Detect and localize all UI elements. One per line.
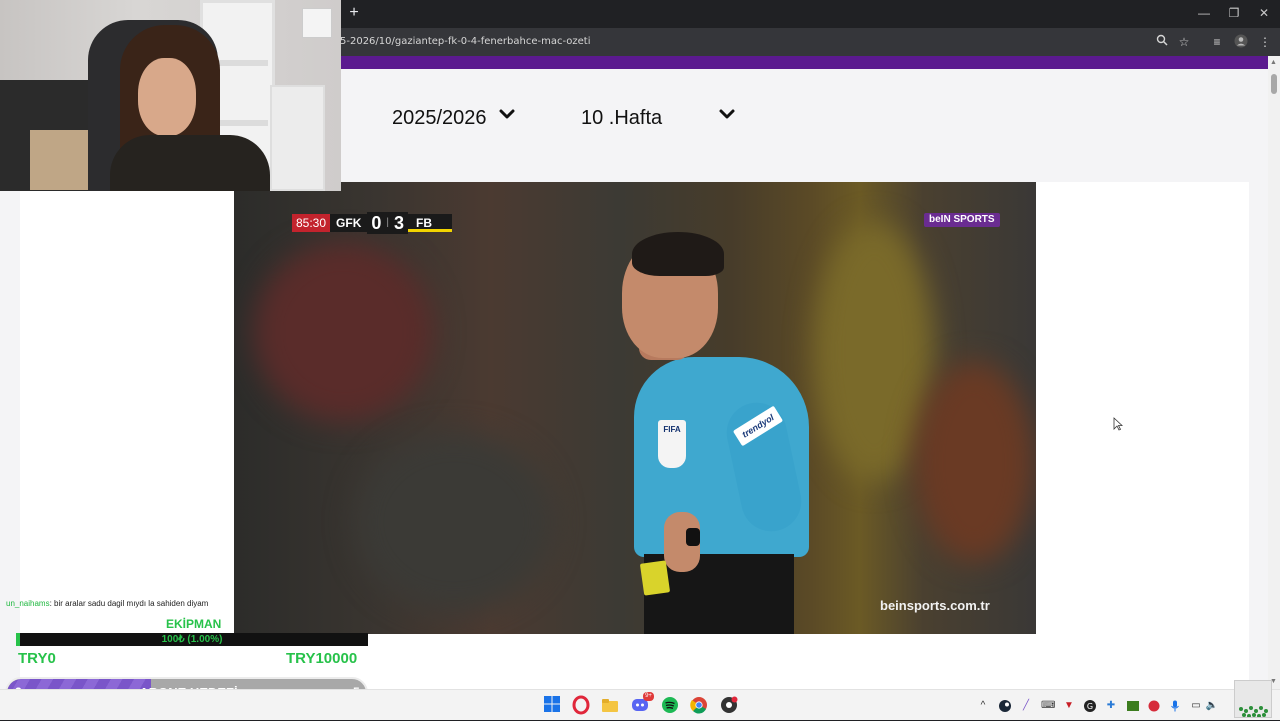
pen-icon[interactable]: ╱ (1019, 699, 1033, 713)
crowd-blur (354, 432, 554, 612)
streamer-face (138, 58, 196, 136)
record-icon[interactable] (1147, 699, 1161, 713)
referee-hair (632, 232, 724, 276)
yellow-card (639, 560, 671, 596)
match-video-player[interactable]: FIFA trendyol 85:30 GFK 0 | 3 FB beIN SP… (234, 182, 1036, 634)
volume-icon[interactable]: 🔈 (1205, 699, 1219, 713)
media-control-icon[interactable]: ≡ (1209, 34, 1225, 50)
mic-icon[interactable] (1168, 699, 1182, 713)
broadcaster-url: beinsports.com.tr (880, 598, 990, 613)
spotify-icon[interactable] (660, 695, 680, 715)
away-score: 3 (390, 212, 409, 234)
away-team: FB (408, 214, 453, 232)
vpn-icon[interactable]: ▼ (1062, 699, 1076, 713)
crowd-blur (254, 242, 434, 422)
week-dropdown[interactable]: 10 .Hafta (581, 104, 662, 132)
referee-watch (686, 528, 700, 546)
home-score: 0 (367, 212, 386, 234)
windows-start-icon[interactable] (542, 695, 562, 715)
svg-text:G: G (1087, 702, 1093, 711)
zoom-icon[interactable] (1154, 34, 1170, 50)
bookmark-star-icon[interactable]: ☆ (1176, 34, 1192, 50)
season-dropdown[interactable]: 2025/2026 (392, 104, 487, 132)
chevron-down-icon[interactable] (498, 106, 516, 124)
steam-icon[interactable] (998, 699, 1012, 713)
scoreboard: 85:30 GFK 0 | 3 FB (292, 212, 453, 234)
chat-text: : bir aralar sadu dagil mıydı la sahiden… (49, 599, 209, 608)
scrollbar[interactable]: ▲ ▼ (1268, 56, 1280, 690)
notification-preview[interactable] (1234, 680, 1272, 718)
donation-progress-text: 100₺ (1.00%) (161, 634, 223, 645)
donation-min: TRY0 (18, 650, 56, 667)
donation-max: TRY10000 (286, 650, 358, 667)
close-window-button[interactable]: ✕ (1254, 4, 1274, 22)
mouse-cursor-icon (1113, 417, 1124, 431)
fifa-badge: FIFA (658, 420, 686, 468)
opera-icon[interactable] (571, 695, 591, 715)
discord-badge: 9+ (643, 692, 654, 701)
file-explorer-icon[interactable] (600, 695, 620, 715)
home-team: GFK (330, 214, 368, 232)
restore-button[interactable]: ❐ (1224, 4, 1244, 22)
chevron-up-icon[interactable]: ^ (976, 699, 990, 713)
controller-icon[interactable]: ⌨ (1041, 699, 1055, 713)
scrollbar-thumb[interactable] (1271, 74, 1277, 94)
chat-message: un_naihams: bir aralar sadu dagil mıydı … (6, 599, 208, 608)
new-tab-button[interactable]: + (346, 4, 362, 22)
chat-username: un_naihams (6, 599, 50, 608)
obs-tray-icon[interactable]: ✚ (1104, 699, 1118, 713)
match-clock: 85:30 (292, 214, 331, 232)
crowd-blur (914, 362, 1034, 562)
chrome-icon[interactable] (689, 695, 709, 715)
webcam-drawers (270, 85, 325, 191)
streamer-torso (110, 135, 270, 191)
minimize-button[interactable]: — (1194, 4, 1214, 22)
streamer-webcam (0, 0, 341, 191)
scroll-up-icon[interactable]: ▲ (1270, 59, 1278, 67)
broadcaster-logo: beIN SPORTS (924, 213, 1000, 227)
donation-goal-title: EKİPMAN (166, 617, 222, 631)
profile-icon[interactable] (1233, 34, 1249, 50)
url-text[interactable]: 5-2026/10/gaziantep-fk-0-4-fenerbahce-ma… (340, 36, 590, 47)
chevron-down-icon[interactable] (718, 106, 736, 124)
nvidia-icon[interactable] (1126, 699, 1140, 713)
windows-taskbar: 9+ ^ ╱ ⌨ ▼ G ✚ ▭ 🔈 (0, 689, 1280, 720)
menu-dots-icon[interactable]: ⋮ (1257, 34, 1273, 50)
obs-icon[interactable] (719, 695, 739, 715)
webcam-box (302, 8, 332, 38)
display-icon[interactable]: ▭ (1189, 699, 1203, 713)
bluetooth-icon[interactable]: G (1083, 699, 1097, 713)
